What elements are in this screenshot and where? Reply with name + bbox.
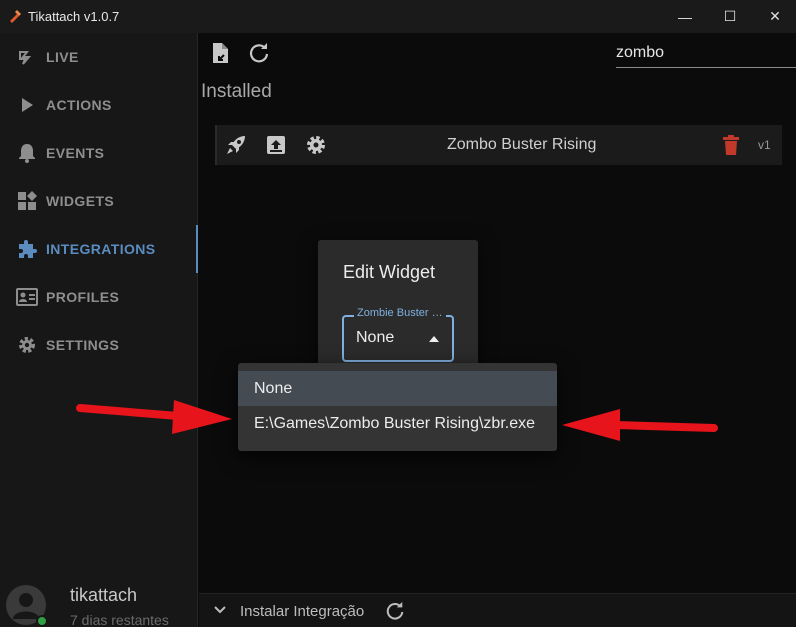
app-logo-icon [10, 10, 21, 23]
section-title-installed: Installed [201, 81, 272, 102]
live-icon [16, 46, 38, 68]
widgets-icon [16, 190, 38, 212]
sidebar-item-widgets[interactable]: WIDGETS [0, 177, 198, 225]
online-status-indicator [36, 615, 48, 627]
option-label: E:\Games\Zombo Buster Rising\zbr.exe [254, 415, 535, 432]
title-bar: Tikattach v1.0.7 — ☐ ✕ [0, 0, 796, 33]
window-title: Tikattach v1.0.7 [28, 9, 120, 24]
select-value: None [356, 329, 395, 346]
user-subtitle: 7 dias restantes [70, 612, 169, 627]
caret-up-icon [429, 336, 439, 342]
gear-icon[interactable] [305, 134, 327, 156]
import-file-icon[interactable] [210, 42, 232, 64]
sidebar-item-settings[interactable]: SETTINGS [0, 321, 198, 369]
select-label: Zombie Buster Rising [354, 307, 446, 319]
sidebar-item-actions[interactable]: ACTIONS [0, 81, 198, 129]
option-label: None [254, 380, 293, 397]
sidebar-item-label: PROFILES [46, 289, 120, 305]
sidebar: LIVE ACTIONS EVENTS WIDGETS INTEGRATIONS… [0, 33, 198, 627]
chevron-down-icon [214, 606, 226, 614]
select-options-menu: None E:\Games\Zombo Buster Rising\zbr.ex… [238, 363, 557, 451]
gear-icon [16, 334, 38, 356]
edit-widget-dialog: Edit Widget Zombie Buster Rising None [318, 240, 478, 370]
sidebar-item-integrations[interactable]: INTEGRATIONS [0, 225, 198, 273]
bell-icon [16, 142, 38, 164]
maximize-button[interactable]: ☐ [707, 0, 753, 33]
upload-box-icon[interactable] [265, 134, 287, 156]
sidebar-item-profiles[interactable]: PROFILES [0, 273, 198, 321]
integration-row: Zombo Buster Rising v1 [215, 125, 782, 165]
integration-title: Zombo Buster Rising [447, 136, 597, 153]
close-button[interactable]: ✕ [752, 0, 796, 33]
main-panel: Installed Zombo Buster Rising v1 [199, 33, 796, 627]
sidebar-item-label: EVENTS [46, 145, 105, 161]
dialog-title: Edit Widget [343, 262, 436, 282]
play-icon [16, 94, 38, 116]
trash-icon[interactable] [721, 134, 741, 156]
sidebar-item-label: ACTIONS [46, 97, 112, 113]
sidebar-item-label: LIVE [46, 49, 79, 65]
minimize-button[interactable]: — [662, 0, 708, 33]
sidebar-item-label: INTEGRATIONS [46, 241, 156, 257]
rocket-icon[interactable] [225, 134, 247, 156]
refresh-icon[interactable] [248, 42, 270, 64]
install-integration-label: Instalar Integração [240, 603, 365, 620]
sidebar-item-label: WIDGETS [46, 193, 115, 209]
profile-card-icon [16, 286, 38, 308]
option-exe-path[interactable]: E:\Games\Zombo Buster Rising\zbr.exe [238, 406, 557, 441]
install-integration-bar[interactable]: Instalar Integração [199, 593, 796, 627]
option-none[interactable]: None [238, 371, 557, 406]
user-name: tikattach [70, 585, 138, 605]
search-input[interactable] [616, 38, 796, 68]
integration-version: v1 [758, 138, 771, 152]
sidebar-item-live[interactable]: LIVE [0, 33, 198, 81]
refresh-icon[interactable] [385, 601, 405, 621]
sidebar-item-events[interactable]: EVENTS [0, 129, 198, 177]
puzzle-icon [16, 238, 38, 260]
user-profile[interactable]: tikattach 7 dias restantes [0, 577, 198, 627]
sidebar-item-label: SETTINGS [46, 337, 120, 353]
